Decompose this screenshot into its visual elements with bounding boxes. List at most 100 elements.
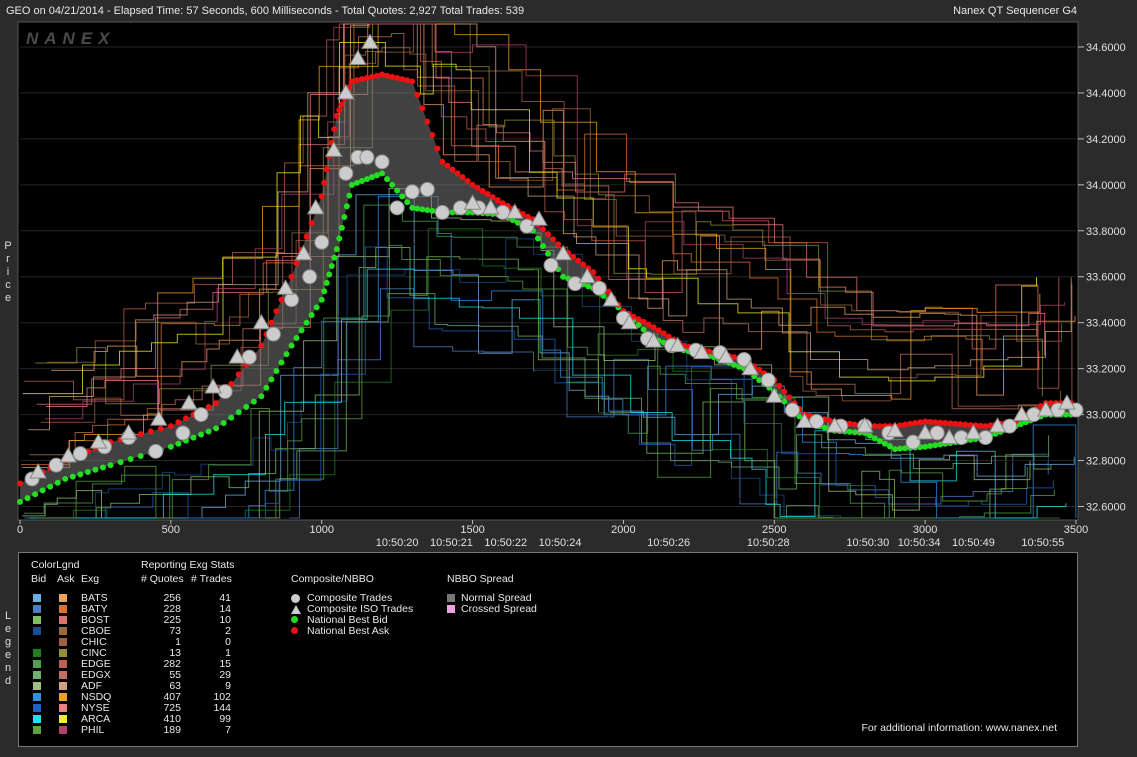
- best-ask-marker: [273, 308, 280, 315]
- composite-trade-marker: [434, 204, 450, 220]
- best-bid-marker: [24, 495, 31, 502]
- x-tick-label: 3500: [1064, 524, 1088, 536]
- legend-side-label-char: e: [4, 649, 12, 661]
- best-bid-marker: [235, 409, 242, 416]
- col-bid: Bid: [31, 573, 47, 585]
- best-ask-marker: [902, 421, 909, 428]
- composite-header: Composite/NBBO: [291, 573, 374, 585]
- best-bid-marker: [545, 250, 551, 257]
- best-bid-marker: [39, 487, 46, 494]
- best-bid-marker: [198, 431, 205, 438]
- time-label: 10:50:34: [898, 537, 941, 549]
- best-bid-marker: [534, 235, 541, 242]
- best-bid-marker: [394, 187, 401, 194]
- best-bid-marker: [326, 271, 333, 278]
- best-ask-marker: [580, 261, 587, 268]
- best-bid-marker: [331, 254, 338, 261]
- best-ask-marker: [353, 77, 360, 84]
- composite-trade-marker: [302, 269, 318, 285]
- composite-trade-marker: [374, 154, 390, 170]
- bid-swatch: [33, 660, 41, 668]
- best-ask-marker: [182, 415, 189, 422]
- best-ask-marker: [235, 371, 242, 378]
- composite-trade-marker: [567, 276, 583, 292]
- best-bid-marker: [932, 442, 939, 449]
- price-chart: NANEX 34.6000 34.4000 34.2000 34.0000 33.8000…: [17, 21, 1126, 549]
- best-bid-marker: [243, 403, 250, 410]
- best-bid-marker: [107, 462, 114, 469]
- best-ask-marker: [409, 78, 416, 85]
- col-ask: Ask: [57, 573, 75, 585]
- legend-side-label-char: d: [4, 675, 12, 687]
- best-ask-marker: [545, 231, 551, 238]
- best-ask-marker: [278, 296, 285, 303]
- best-ask-marker: [907, 420, 914, 427]
- legend-row: NYSE 725 144: [19, 703, 279, 714]
- ask-swatch: [59, 616, 67, 624]
- ask-swatch: [59, 671, 67, 679]
- y-tick-label: 33.0000: [1086, 410, 1126, 422]
- col-trades: # Trades: [191, 573, 232, 585]
- best-bid-marker: [220, 420, 227, 427]
- best-bid-marker: [338, 224, 345, 231]
- best-bid-marker: [17, 498, 23, 505]
- best-ask-marker: [258, 342, 265, 349]
- legend-row: CINC 13 1: [19, 648, 279, 659]
- best-bid-marker: [328, 263, 335, 270]
- y-tick-label: 34.4000: [1086, 88, 1126, 100]
- bid-swatch: [33, 726, 41, 734]
- best-ask-marker: [474, 184, 481, 191]
- x-tick-label: 1500: [460, 524, 484, 536]
- legend-row: BATY 228 14: [19, 604, 279, 615]
- best-ask-marker: [494, 197, 501, 204]
- legend-row: CBOE 73 2: [19, 626, 279, 637]
- quote-count: 189: [163, 724, 181, 736]
- best-bid-marker: [250, 398, 257, 405]
- best-bid-marker: [343, 203, 350, 210]
- x-tick-label: 1000: [309, 524, 333, 536]
- y-tick-label: 33.4000: [1086, 318, 1126, 330]
- ask-swatch: [59, 649, 67, 657]
- best-ask-marker: [424, 118, 431, 125]
- col-quotes: # Quotes: [141, 573, 184, 585]
- best-bid-marker: [298, 327, 305, 334]
- best-ask-marker: [358, 76, 365, 83]
- spread-swatch: [447, 594, 455, 602]
- legend-row: CHIC 1 0: [19, 637, 279, 648]
- trade-count: 7: [225, 724, 231, 736]
- composite-trade-marker: [784, 402, 800, 418]
- y-tick-label: 32.8000: [1086, 456, 1126, 468]
- best-ask-marker: [333, 112, 340, 119]
- ask-swatch: [59, 682, 67, 690]
- best-bid-marker: [47, 483, 54, 490]
- composite-trade-marker: [148, 443, 164, 459]
- ask-swatch: [59, 638, 67, 646]
- composite-trade-marker: [338, 165, 354, 181]
- best-bid-marker: [293, 335, 300, 342]
- legend-row: NSDQ 407 102: [19, 692, 279, 703]
- time-label: 10:50:21: [430, 537, 473, 549]
- circle-icon: [291, 594, 300, 603]
- composite-trade-marker: [359, 149, 375, 165]
- best-bid-marker: [77, 471, 84, 478]
- best-ask-marker: [539, 226, 546, 233]
- best-ask-marker: [363, 74, 370, 81]
- best-ask-marker: [404, 77, 411, 84]
- best-ask-marker: [268, 319, 275, 326]
- legend-row: PHIL 189 7: [19, 725, 279, 736]
- best-bid-marker: [318, 296, 325, 303]
- best-ask-marker: [348, 78, 355, 85]
- best-bid-marker: [323, 279, 330, 286]
- best-ask-marker: [167, 423, 174, 430]
- best-ask-marker: [288, 273, 295, 280]
- composite-trade-marker: [314, 234, 330, 250]
- ask-swatch: [59, 660, 67, 668]
- bid-swatch: [33, 693, 41, 701]
- best-ask-marker: [434, 145, 441, 152]
- best-bid-marker: [308, 312, 315, 319]
- best-ask-marker: [384, 72, 391, 79]
- x-tick-label: 2500: [762, 524, 786, 536]
- composite-trade-marker: [284, 292, 300, 308]
- y-tick-label: 34.2000: [1086, 134, 1126, 146]
- best-bid-marker: [99, 464, 106, 471]
